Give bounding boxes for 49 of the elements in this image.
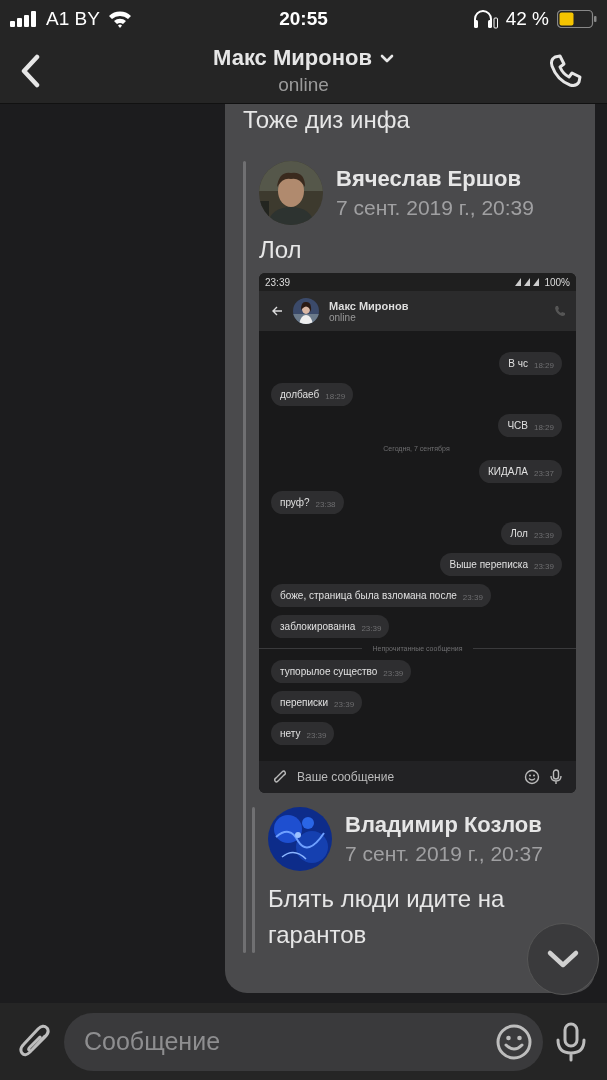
contact-status: online [278, 74, 329, 96]
paperclip-icon [273, 769, 287, 785]
message-text: Лол [259, 235, 303, 265]
caret-icon[interactable] [379, 53, 394, 63]
signal-icon [515, 278, 542, 286]
headphones-icon [471, 9, 498, 29]
battery-percent: 100% [544, 276, 570, 288]
message-text: КИДАЛА [488, 466, 528, 477]
emoji-icon[interactable] [495, 1022, 533, 1061]
message-text: Тоже диз инфа [243, 105, 411, 135]
clock: 20:55 [279, 8, 328, 30]
back-icon[interactable] [20, 53, 40, 88]
battery-icon [557, 10, 597, 28]
message-text: пруф? [280, 497, 310, 508]
signal-icon [10, 11, 38, 27]
back-icon [271, 306, 283, 316]
message-text: ЧСВ [507, 420, 528, 431]
contact-name[interactable]: Макс Миронов [213, 45, 372, 71]
message-text: Выше переписка [449, 559, 528, 570]
message-text: Лол [510, 528, 528, 539]
message-text: заблокированна [280, 621, 356, 632]
carrier-name: A1 BY [46, 8, 100, 30]
wifi-icon [107, 10, 132, 28]
screenshot-attachment[interactable] [259, 273, 576, 793]
phone-icon[interactable] [547, 52, 583, 89]
message-date: 7 сент. 2019 г., 20:39 [336, 196, 534, 220]
message-text: Блять люди идите на гарантов [268, 884, 506, 950]
author-name[interactable]: Владимир Козлов [345, 812, 543, 838]
battery-percent: 42 % [505, 8, 549, 30]
message-time: 23:39 [306, 731, 327, 740]
chevron-down-icon[interactable] [546, 949, 580, 969]
emoji-icon [524, 769, 540, 785]
message-text: В чс [508, 358, 528, 369]
message-text: переписки [280, 697, 329, 708]
microphone-icon [550, 769, 562, 785]
author-name[interactable]: Вячеслав Ершов [336, 166, 534, 192]
message-time: 23:39 [361, 624, 382, 633]
message-input[interactable]: Сообщение [64, 1012, 543, 1071]
phone-icon [554, 305, 566, 317]
contact-name: Макс Миронов [329, 299, 410, 312]
status-time: 23:39 [265, 276, 291, 288]
message-text: тупорылое существо [280, 666, 378, 677]
message-date: 7 сент. 2019 г., 20:37 [345, 842, 543, 866]
microphone-icon[interactable] [555, 1021, 587, 1062]
message-text: нету [280, 728, 301, 739]
message-time: 23:38 [315, 500, 336, 509]
message-text: боже, страница была взломана после [280, 590, 457, 601]
message-text: долбаеб [280, 389, 320, 400]
contact-status: online [329, 311, 357, 323]
